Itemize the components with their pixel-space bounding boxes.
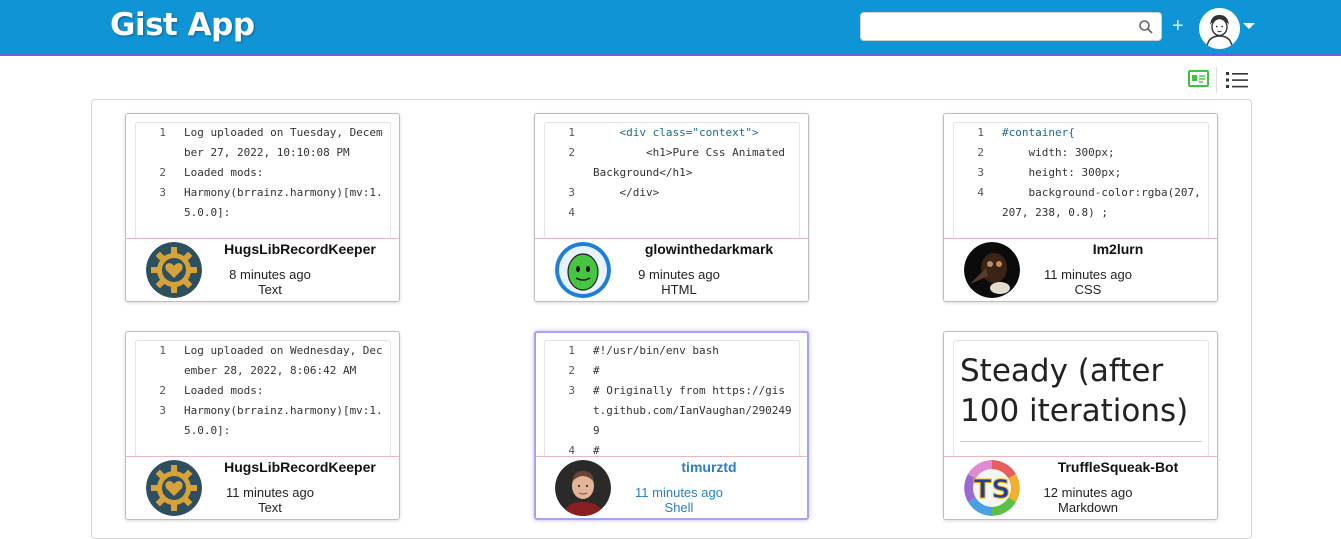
code-preview: 1 Log uploaded on Wednesday, December 28,… bbox=[135, 340, 391, 457]
gist-card-selected[interactable]: 1 #!/usr/bin/env bash 2 # 3 # Originally fr… bbox=[534, 331, 809, 520]
avatar[interactable] bbox=[555, 242, 611, 298]
new-gist-button[interactable]: + bbox=[1172, 16, 1184, 36]
gist-owner[interactable]: HugsLibRecordKeeper bbox=[210, 241, 390, 257]
gist-card[interactable]: 1 #container{ 2 width: 300px; 3 height: 3… bbox=[943, 113, 1218, 302]
gear-heart-icon bbox=[146, 460, 202, 516]
plague-mask-icon bbox=[964, 242, 1020, 298]
gist-time: 11 minutes ago bbox=[226, 485, 314, 500]
avatar[interactable] bbox=[146, 460, 202, 516]
gist-footer: timurztd 11 minutes ago Shell bbox=[536, 456, 807, 518]
user-avatar-icon bbox=[1199, 8, 1240, 49]
gist-card[interactable]: 1 Log uploaded on Wednesday, December 28,… bbox=[125, 331, 400, 520]
search-icon[interactable] bbox=[1138, 19, 1154, 35]
markdown-preview: Steady (after 100 iterations) bbox=[953, 340, 1209, 457]
gear-heart-icon bbox=[146, 242, 202, 298]
gist-footer: glowinthedarkmark 9 minutes ago HTML bbox=[535, 238, 808, 301]
gist-time: 12 minutes ago bbox=[1043, 485, 1133, 500]
markdown-heading: Steady (after 100 iterations) bbox=[960, 353, 1189, 429]
gist-footer: TS TruffleSqueak-Bot 12 minutes ago Mark… bbox=[944, 456, 1217, 519]
gist-footer: HugsLibRecordKeeper 11 minutes ago Text bbox=[126, 456, 399, 519]
code-preview: 1 Log uploaded on Tuesday, December 27, 2… bbox=[135, 122, 391, 239]
gist-time: 8 minutes ago bbox=[229, 267, 311, 282]
gist-owner[interactable]: TruffleSqueak-Bot bbox=[1028, 459, 1208, 475]
avatar[interactable]: TS bbox=[964, 460, 1020, 516]
gist-time: 11 minutes ago bbox=[1044, 267, 1132, 282]
gist-language: HTML bbox=[661, 282, 697, 297]
avatar[interactable] bbox=[555, 460, 611, 516]
user-avatar[interactable] bbox=[1199, 8, 1240, 49]
markdown-divider bbox=[960, 441, 1202, 442]
gist-card[interactable]: 1 <div class="context"> 2 <h1>Pure Css A… bbox=[534, 113, 809, 302]
gist-time: 9 minutes ago bbox=[638, 267, 720, 282]
search-box[interactable] bbox=[860, 12, 1162, 41]
gist-language: Text bbox=[258, 500, 282, 515]
ts-logo-icon: TS bbox=[964, 460, 1020, 516]
avatar[interactable] bbox=[964, 242, 1020, 298]
code-preview: 1 #container{ 2 width: 300px; 3 height: 3… bbox=[953, 122, 1209, 239]
gist-footer: Im2lurn 11 minutes ago CSS bbox=[944, 238, 1217, 301]
green-face-icon bbox=[555, 242, 611, 298]
gist-language: Shell bbox=[664, 500, 694, 515]
svg-text:TS: TS bbox=[974, 475, 1010, 505]
code-preview: 1 <div class="context"> 2 <h1>Pure Css A… bbox=[544, 122, 800, 239]
app-brand[interactable]: Gist App bbox=[110, 7, 255, 43]
list-icon[interactable] bbox=[1226, 71, 1248, 89]
chevron-down-icon[interactable] bbox=[1243, 23, 1255, 29]
gist-owner[interactable]: HugsLibRecordKeeper bbox=[210, 459, 390, 475]
search-input[interactable] bbox=[861, 13, 1131, 40]
view-toggle bbox=[1186, 67, 1248, 93]
person-photo-icon bbox=[555, 460, 611, 516]
gist-time: 11 minutes ago bbox=[635, 485, 723, 500]
top-navbar: Gist App + bbox=[0, 0, 1341, 56]
gist-owner[interactable]: Im2lurn bbox=[1028, 241, 1208, 257]
gist-card[interactable]: Steady (after 100 iterations) TS Truffle… bbox=[943, 331, 1218, 520]
gist-language: Text bbox=[258, 282, 282, 297]
gist-language: CSS bbox=[1074, 282, 1102, 297]
gist-owner[interactable]: timurztd bbox=[619, 459, 799, 475]
avatar[interactable] bbox=[146, 242, 202, 298]
gist-language: Markdown bbox=[1058, 500, 1118, 515]
toggle-divider bbox=[1216, 67, 1217, 93]
gist-footer: HugsLibRecordKeeper 8 minutes ago Text bbox=[126, 238, 399, 301]
gist-owner[interactable]: glowinthedarkmark bbox=[619, 241, 799, 257]
id-card-icon[interactable] bbox=[1188, 70, 1209, 87]
gist-card[interactable]: 1 Log uploaded on Tuesday, December 27, 2… bbox=[125, 113, 400, 302]
code-preview: 1 #!/usr/bin/env bash 2 # 3 # Originally fr… bbox=[544, 340, 800, 457]
